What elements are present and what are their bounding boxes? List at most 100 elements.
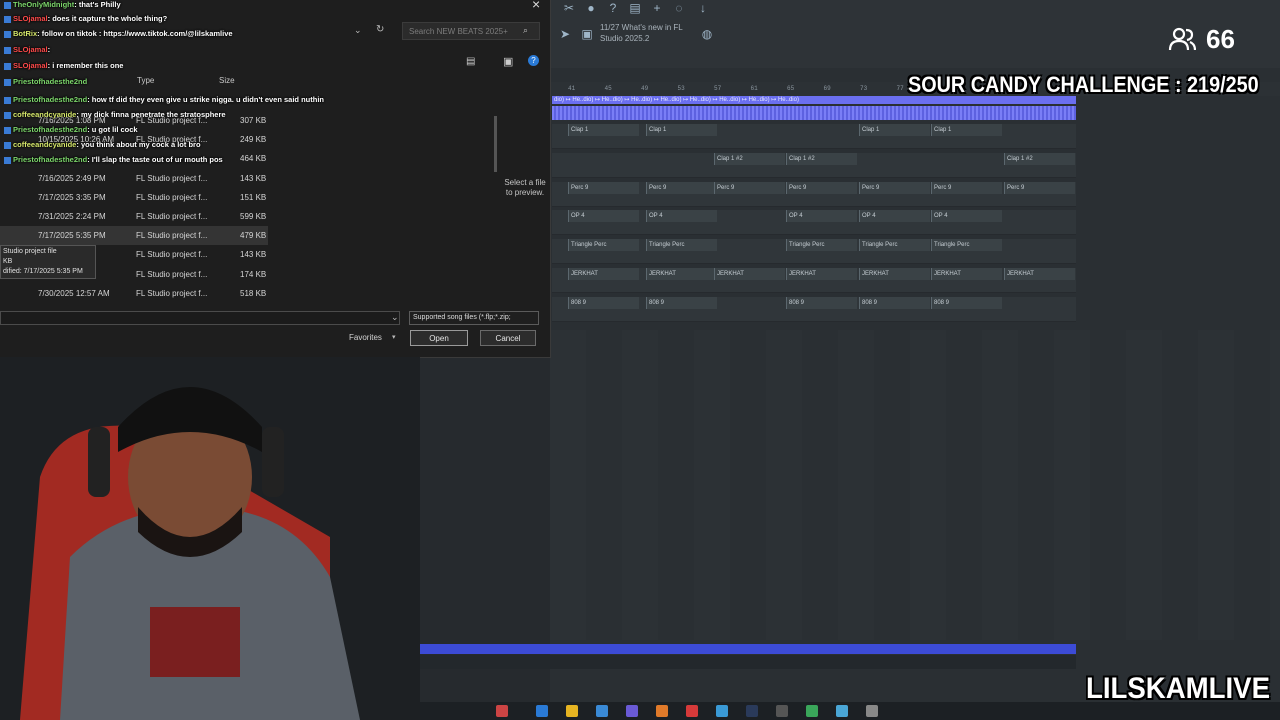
path-dropdown[interactable]: ⌄ ↻: [300, 22, 395, 40]
chrome-icon[interactable]: [716, 705, 728, 717]
steam-icon[interactable]: [746, 705, 758, 717]
pattern-clip[interactable]: OP 4: [646, 210, 717, 223]
app3-icon[interactable]: [836, 705, 848, 717]
download-icon[interactable]: ↓: [696, 2, 710, 14]
pattern-clip[interactable]: Perc 9: [859, 181, 930, 194]
playlist-track[interactable]: Perc 9 Perc 9 Perc 9 Perc 9 Perc 9 Perc 9 Perc…: [552, 181, 1076, 207]
help-icon[interactable]: ?: [606, 2, 620, 14]
playlist-track[interactable]: JERKHAT JERKHAT JERKHAT JERKHAT JERKHAT JERKH…: [552, 268, 1076, 293]
favorites-button[interactable]: Favorites: [349, 333, 382, 342]
pattern-clip[interactable]: OP 4: [859, 210, 930, 223]
app4-icon[interactable]: [866, 705, 878, 717]
pattern-clip[interactable]: Triangle Perc: [568, 239, 639, 252]
mic-icon[interactable]: ●: [584, 2, 598, 14]
news-text[interactable]: 11/27 What's new in FL Studio 2025.2: [600, 22, 700, 46]
cart-icon[interactable]: ▣: [580, 28, 594, 40]
pattern-clip[interactable]: Perc 9: [1004, 181, 1075, 194]
pattern-clip[interactable]: 808 9: [646, 296, 717, 309]
scroll-track: [396, 655, 1076, 669]
badge-icon: [4, 46, 11, 54]
pattern-clip[interactable]: OP 4: [568, 210, 639, 223]
pattern-clip[interactable]: Perc 9: [568, 181, 639, 194]
pattern-clip[interactable]: 808 9: [568, 296, 639, 309]
pattern-clip[interactable]: Triangle Perc: [931, 239, 1002, 252]
ruler-tick: 49: [641, 85, 649, 92]
file-date: 7/17/2025 3:35 PM: [38, 192, 106, 202]
pattern-clip[interactable]: JERKHAT: [931, 268, 1002, 280]
edge-icon[interactable]: [536, 705, 548, 717]
folder-icon[interactable]: [566, 705, 578, 717]
type-column-header[interactable]: Type: [137, 76, 154, 85]
search-input[interactable]: Search NEW BEATS 2025+: [402, 22, 540, 40]
pattern-clip[interactable]: JERKHAT: [714, 268, 785, 280]
file-type: FL Studio project f...: [136, 269, 208, 279]
app-icon[interactable]: [496, 705, 508, 717]
help-icon[interactable]: ?: [528, 55, 539, 66]
pattern-clip[interactable]: JERKHAT: [859, 268, 930, 280]
brave-icon[interactable]: [686, 705, 698, 717]
file-row[interactable]: 7/17/2025 5:35 PM FL Studio project f... 4…: [0, 226, 268, 246]
chat-icon[interactable]: ◌: [672, 2, 686, 14]
pattern-clip[interactable]: Triangle Perc: [786, 239, 857, 252]
playlist-track[interactable]: Triangle Perc Triangle Perc Triangle Perc T…: [552, 239, 1076, 265]
playlist-track[interactable]: Clap 1 Clap 1 Clap 1 Clap 1: [552, 124, 1076, 149]
pattern-clip[interactable]: Clap 1 #2: [1004, 152, 1075, 165]
open-button[interactable]: Open: [410, 330, 468, 346]
pattern-clip[interactable]: Clap 1: [568, 124, 639, 136]
chevron-down-icon[interactable]: ⌄: [354, 25, 362, 36]
pattern-clip[interactable]: 808 9: [931, 296, 1002, 309]
app2-icon[interactable]: [806, 705, 818, 717]
size-column-header[interactable]: Size: [219, 76, 235, 85]
chat-username: SLOjamal: [13, 61, 48, 70]
playlist-track[interactable]: 808 9 808 9 808 9 808 9 808 9: [552, 296, 1076, 322]
doc-icon[interactable]: ▤: [628, 2, 642, 14]
playlist-track[interactable]: OP 4 OP 4 OP 4 OP 4 OP 4: [552, 210, 1076, 236]
ruler-tick: 61: [750, 85, 758, 92]
pattern-clip[interactable]: OP 4: [931, 210, 1002, 223]
pattern-clip[interactable]: OP 4: [786, 210, 857, 223]
fl-studio-icon[interactable]: [656, 705, 668, 717]
tool-icon[interactable]: ➤: [558, 28, 572, 40]
pattern-clip[interactable]: JERKHAT: [568, 268, 639, 280]
file-row[interactable]: 7/16/2025 2:49 PM FL Studio project f... 1…: [0, 169, 268, 188]
pattern-clip[interactable]: Clap 1 #2: [714, 152, 785, 165]
playlist-empty-area[interactable]: [550, 330, 1280, 640]
pattern-clip[interactable]: Clap 1: [859, 124, 930, 136]
pattern-clip[interactable]: JERKHAT: [786, 268, 857, 280]
store-icon[interactable]: [596, 705, 608, 717]
pattern-clip[interactable]: Perc 9: [786, 181, 857, 194]
globe-icon[interactable]: ◍: [700, 28, 714, 40]
file-row[interactable]: 7/31/2025 2:24 PM FL Studio project f... 5…: [0, 207, 268, 226]
refresh-icon[interactable]: ↻: [376, 24, 384, 35]
file-row[interactable]: 7/17/2025 3:35 PM FL Studio project f... 1…: [0, 188, 268, 207]
close-icon[interactable]: ×: [532, 0, 540, 12]
favorites-dropdown-icon[interactable]: ▾: [392, 333, 396, 341]
scrollbar[interactable]: [494, 116, 497, 172]
pattern-clip[interactable]: Clap 1 #2: [786, 152, 857, 165]
ruler-tick: 65: [787, 85, 795, 92]
filename-field[interactable]: ⌄: [0, 311, 400, 325]
pattern-clip[interactable]: Clap 1: [931, 124, 1002, 136]
file-row[interactable]: 7/30/2025 12:57 AM FL Studio project f...…: [0, 284, 268, 303]
playback-scrollbar[interactable]: [396, 644, 1076, 654]
filetype-select[interactable]: Supported song files (*.flp;*.zip;: [409, 311, 539, 325]
view-options-icon[interactable]: ▤: [466, 56, 475, 67]
add-icon[interactable]: +: [650, 2, 664, 14]
preview-pane-icon[interactable]: ▣: [503, 55, 513, 68]
4k-icon[interactable]: [776, 705, 788, 717]
pattern-clip[interactable]: Perc 9: [714, 181, 785, 194]
cut-icon[interactable]: ✂: [562, 2, 576, 14]
pattern-clip[interactable]: Triangle Perc: [859, 239, 930, 252]
discord-icon[interactable]: [626, 705, 638, 717]
pattern-clip[interactable]: Clap 1: [646, 124, 717, 136]
playlist-track[interactable]: Clap 1 #2 Clap 1 #2 Clap 1 #2: [552, 152, 1076, 178]
pattern-clip[interactable]: JERKHAT: [1004, 268, 1075, 280]
pattern-clip[interactable]: Perc 9: [931, 181, 1002, 194]
pattern-clip[interactable]: 808 9: [786, 296, 857, 309]
cancel-button[interactable]: Cancel: [480, 330, 536, 346]
pattern-clip[interactable]: Perc 9: [646, 181, 717, 194]
pattern-clip[interactable]: Triangle Perc: [646, 239, 717, 252]
pattern-clip[interactable]: JERKHAT: [646, 268, 717, 280]
pattern-clip[interactable]: 808 9: [859, 296, 930, 309]
chevron-down-icon[interactable]: ⌄: [391, 312, 399, 323]
